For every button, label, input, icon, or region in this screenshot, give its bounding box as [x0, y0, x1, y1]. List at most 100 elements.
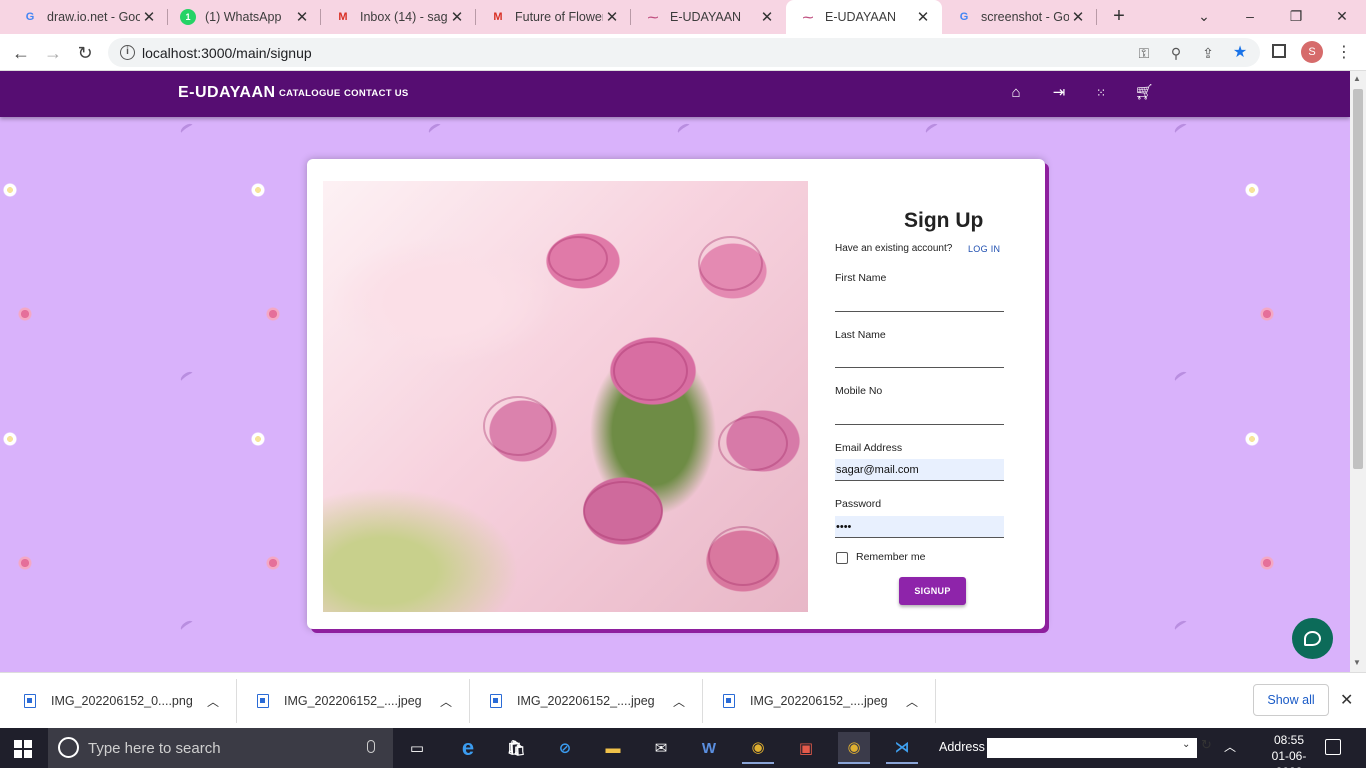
scroll-down-icon[interactable]: ▼ [1353, 658, 1361, 667]
site-info-icon[interactable]: i [120, 45, 135, 60]
download-item[interactable]: IMG_202206152_....jpeg ︿ [723, 673, 922, 729]
last-name-field[interactable] [835, 346, 1004, 368]
tab-screenshot[interactable]: G screenshot - Goo ✕ [942, 0, 1097, 34]
flower-pattern-daisy [251, 183, 265, 197]
login-icon[interactable]: ⇥ [1049, 83, 1069, 103]
key-icon[interactable]: ⚿ [1134, 43, 1154, 63]
restore-button[interactable]: ❐ [1276, 4, 1316, 28]
microphone-icon[interactable] [367, 740, 375, 753]
remember-me-checkbox[interactable] [836, 552, 848, 564]
login-link[interactable]: LOG IN [968, 244, 1000, 254]
image-file-icon [257, 694, 269, 708]
safari-compass-icon[interactable]: ⊘ [549, 732, 581, 764]
bookmark-star-icon[interactable]: ★ [1230, 43, 1250, 63]
close-tab-icon[interactable]: ✕ [140, 8, 158, 26]
minimize-button[interactable]: – [1230, 4, 1270, 28]
close-tab-icon[interactable]: ✕ [758, 8, 776, 26]
flower-pattern-sprig [1172, 369, 1190, 385]
vscode-icon[interactable]: ⋊ [886, 732, 918, 764]
chevron-up-icon[interactable]: ︿ [1224, 738, 1236, 755]
tab-title: Future of Flower [515, 10, 603, 24]
gmail-icon: M [338, 11, 348, 23]
close-tab-icon[interactable]: ✕ [293, 8, 311, 26]
file-explorer-icon[interactable]: ▬ [597, 732, 629, 764]
address-toolbar-input[interactable] [987, 738, 1197, 758]
clock-time: 08:55 [1273, 733, 1305, 747]
close-downloads-icon[interactable]: ✕ [1340, 690, 1353, 710]
chrome-profile-icon[interactable]: ◉ [838, 732, 870, 764]
apps-grid-icon[interactable]: ⁙ [1091, 83, 1111, 103]
page-scrollbar[interactable]: ▲ ▼ [1350, 71, 1366, 672]
address-toolbar-label: Address [939, 740, 985, 754]
back-button[interactable]: ← [8, 40, 34, 66]
scroll-up-icon[interactable]: ▲ [1353, 74, 1361, 83]
zoom-icon[interactable]: ⚲ [1166, 43, 1186, 63]
store-icon[interactable]: 🛍︎ [500, 732, 532, 764]
show-all-downloads-button[interactable]: Show all [1253, 684, 1329, 716]
task-view-icon[interactable]: ▭ [401, 732, 433, 764]
notification-center-icon[interactable] [1325, 739, 1341, 755]
tab-title: Inbox (14) - saga [360, 10, 448, 24]
first-name-field[interactable] [835, 290, 1004, 312]
scroll-thumb[interactable] [1353, 89, 1363, 469]
close-tab-icon[interactable]: ✕ [603, 8, 621, 26]
new-tab-button[interactable]: + [1108, 5, 1130, 27]
share-icon[interactable]: ⇪ [1198, 43, 1218, 63]
mobile-field[interactable] [835, 403, 1004, 425]
chat-button[interactable] [1292, 618, 1333, 659]
taskbar-search-placeholder: Type here to search [88, 740, 221, 757]
tab-eudayaan-1[interactable]: ⁓ E-UDAYAAN ✕ [631, 0, 786, 34]
tab-eudayaan-active[interactable]: ⁓ E-UDAYAAN ✕ [786, 0, 942, 34]
password-field[interactable] [835, 516, 1004, 538]
email-field[interactable] [835, 459, 1004, 481]
nav-catalogue[interactable]: CATALOGUE [279, 88, 340, 99]
clock-date: 01-06-2022 [1271, 749, 1307, 779]
taskbar-search-box[interactable]: Type here to search [48, 728, 393, 768]
remember-me-label[interactable]: Remember me [856, 551, 925, 563]
chevron-up-icon[interactable]: ︿ [203, 693, 223, 710]
download-item[interactable]: IMG_202206152_....jpeg ︿ [257, 673, 456, 729]
last-name-label: Last Name [835, 329, 886, 341]
forward-button[interactable]: → [40, 40, 66, 66]
chevron-up-icon[interactable]: ︿ [902, 693, 922, 710]
side-panel-icon[interactable] [1272, 44, 1286, 58]
refresh-icon[interactable]: ↻ [1201, 737, 1212, 753]
flower-pattern-sprig [1172, 618, 1190, 634]
close-tab-icon[interactable]: ✕ [914, 8, 932, 26]
reload-button[interactable]: ↻ [72, 40, 98, 66]
chrome-icon[interactable]: ◉ [742, 732, 774, 764]
brand-logo[interactable]: E-UDAYAAN [178, 84, 276, 102]
chevron-down-icon[interactable]: ⌄ [1182, 739, 1190, 750]
tab-inbox[interactable]: M Inbox (14) - saga ✕ [321, 0, 476, 34]
word-icon[interactable]: W [693, 732, 725, 764]
flower-pattern-daisy [3, 432, 17, 446]
windows-start-icon[interactable] [14, 740, 32, 758]
red-app-icon[interactable]: ▣ [790, 732, 822, 764]
first-name-label: First Name [835, 272, 887, 284]
tab-future-of-flower[interactable]: M Future of Flower ✕ [476, 0, 631, 34]
download-item[interactable]: IMG_202206152_....jpeg ︿ [490, 673, 689, 729]
download-item[interactable]: IMG_202206152_0....png ︿ [24, 673, 223, 729]
have-account-text: Have an existing account? [835, 243, 953, 254]
clock[interactable]: 08:55 01-06-2022 [1264, 732, 1314, 780]
close-window-button[interactable]: ✕ [1322, 4, 1362, 28]
chevron-up-icon[interactable]: ︿ [669, 693, 689, 710]
browser-menu-icon[interactable]: ⋮ [1336, 42, 1352, 62]
home-icon[interactable]: ⌂ [1006, 83, 1026, 103]
url-text[interactable]: localhost:3000/main/signup [142, 45, 312, 61]
close-tab-icon[interactable]: ✕ [448, 8, 466, 26]
edge-icon[interactable]: e [452, 732, 484, 764]
signup-button[interactable]: SIGNUP [899, 577, 966, 605]
nav-contact-us[interactable]: CONTACT US [344, 88, 409, 99]
tab-drawio[interactable]: G draw.io.net - Goo ✕ [8, 0, 168, 34]
tab-title: screenshot - Goo [981, 10, 1069, 24]
address-bar[interactable]: i localhost:3000/main/signup ⚿ ⚲ ⇪ ★ [108, 38, 1260, 67]
cart-icon[interactable]: 🛒︎ [1134, 83, 1154, 103]
profile-avatar[interactable]: S [1301, 41, 1323, 63]
mail-icon[interactable]: ✉ [645, 732, 677, 764]
close-tab-icon[interactable]: ✕ [1069, 8, 1087, 26]
download-filename: IMG_202206152_....jpeg [750, 694, 888, 708]
tab-whatsapp[interactable]: 1 (1) WhatsApp ✕ [166, 0, 321, 34]
chevron-up-icon[interactable]: ︿ [436, 693, 456, 710]
tab-search-icon[interactable]: ⌄ [1184, 4, 1224, 28]
